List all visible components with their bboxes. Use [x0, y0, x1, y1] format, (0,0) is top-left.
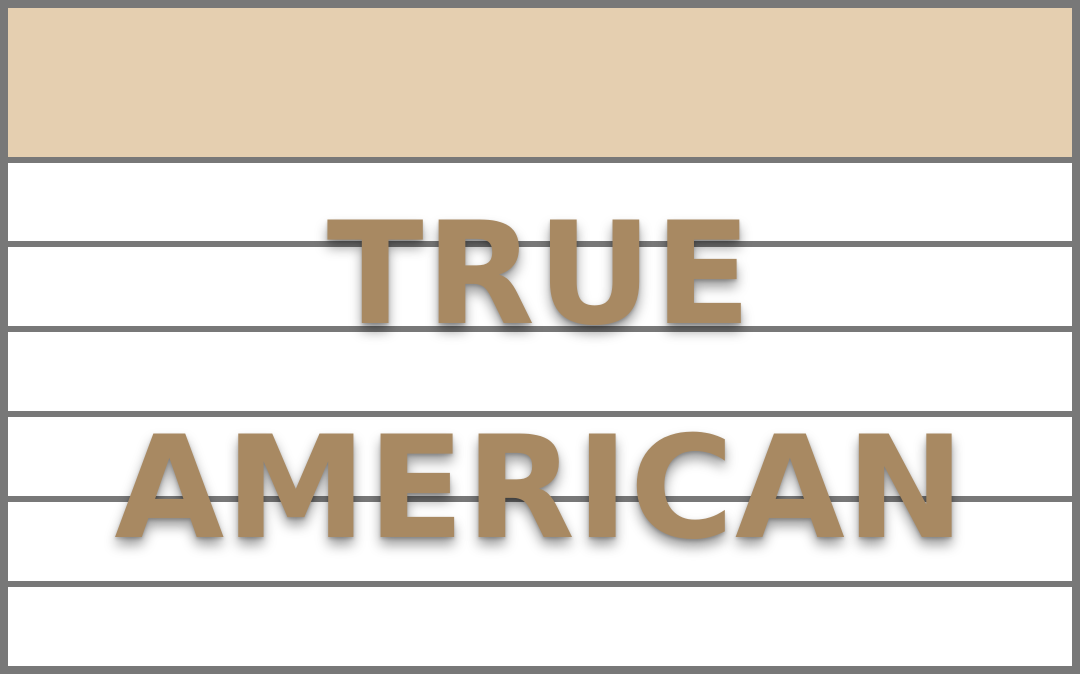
divider-rule-1 — [8, 157, 1072, 163]
title-line-2: AMERICAN — [114, 406, 966, 571]
title-line-1: TRUE — [326, 192, 754, 357]
divider-rule-6 — [8, 581, 1072, 587]
header-band — [8, 8, 1072, 157]
